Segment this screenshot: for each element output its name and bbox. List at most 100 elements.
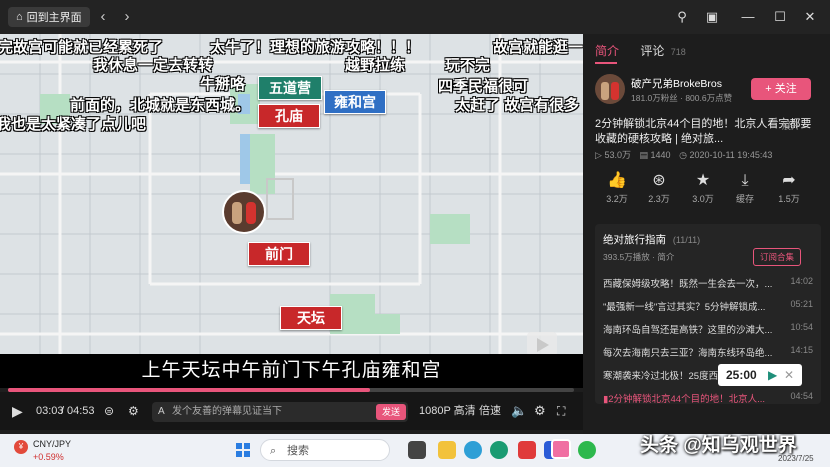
send-button[interactable]: 发送 (375, 404, 406, 420)
cache-button[interactable]: ⤓ 缓存 (725, 170, 765, 205)
stock-change: +0.59% (33, 452, 64, 462)
map-label-yonghegong: 雍和宫 (324, 90, 386, 114)
danmu-comment: 越野拉练 (345, 57, 406, 74)
uploader-stats: 181.0万粉丝 · 800.6万点赞 (631, 93, 733, 103)
list-item[interactable]: "最强新一线"言过其实？5分钟解锁成... (603, 299, 813, 313)
list-item-title: 2分钟解锁北京44个目的地！北京人... (608, 394, 766, 405)
star-icon: ★ (695, 172, 711, 189)
publish-date: 2020-10-11 19:45:43 (689, 150, 773, 160)
map-label-wudaoying: 五道营 (258, 76, 322, 100)
cache-label: 缓存 (735, 194, 754, 204)
play-icon[interactable]: ▶ (12, 392, 23, 430)
tab-intro[interactable]: 简介 (595, 44, 619, 58)
collection-title: 绝对旅行指南 (11/11) (603, 232, 700, 247)
like-button[interactable]: 👍 3.2万 (597, 170, 637, 205)
coin-button[interactable]: ⊛ 2.3万 (639, 170, 679, 205)
fullscreen-icon[interactable]: ⛶ (557, 392, 565, 430)
coin-count: 2.3万 (648, 194, 670, 204)
speed-selector[interactable]: 倍速 (479, 392, 501, 430)
list-item-time: 10:54 (790, 322, 813, 332)
edge-icon[interactable] (490, 441, 508, 459)
comment-count: 718 (670, 47, 686, 57)
tab-underline (595, 62, 617, 64)
timer-popup[interactable]: 25:00 ▶ ✕ (718, 364, 802, 386)
list-item[interactable]: 西藏保姆级攻略！既然一生会去一次，... (603, 276, 813, 290)
danmu-comment: 太赶了 故宫有很多 (455, 97, 580, 114)
list-item[interactable]: 每次去海南只去三亚？海南东线环岛绝... (603, 345, 813, 359)
title-bar: ⌂ 回到主界面 ‹ › ⚲ ▣ — ☐ ✕ (0, 0, 830, 34)
bilibili-icon[interactable] (551, 439, 571, 459)
maximize-icon[interactable]: ☐ (770, 7, 790, 27)
views-count: 53.0万 (604, 150, 631, 160)
time-separator: / (61, 405, 65, 417)
danmu-comment: 故宫就能逛一 (493, 39, 583, 56)
share-icon: ➦ (782, 172, 796, 189)
collection-stats: 393.5万播放 · 简介 (603, 252, 675, 262)
play-icon[interactable]: ▶ (768, 364, 777, 386)
share-button[interactable]: ➦ 1.5万 (769, 170, 809, 205)
coin-icon: ⊛ (652, 172, 666, 189)
video-subtitle: 上午天坛中午前门下午孔庙雍和宫 (0, 354, 583, 388)
share-count: 1.5万 (778, 194, 800, 204)
search-label: 搜索 (287, 445, 309, 457)
pin-icon[interactable]: ⚲ (672, 7, 692, 27)
total-time: 04:53 (67, 405, 95, 417)
close-icon[interactable]: ✕ (800, 7, 820, 27)
follow-button[interactable]: + 关注 (751, 78, 811, 100)
list-item-title: 寒潮袭来冷过北极！25度西双... (603, 371, 736, 382)
quality-selector[interactable]: 1080P 高清 (419, 392, 476, 430)
tab-comments[interactable]: 评论 (640, 44, 664, 58)
subscribe-collection-button[interactable]: 订阅合集 (753, 248, 802, 266)
danmu-comment: 玩不完 (445, 57, 491, 74)
back-arrow-icon[interactable]: ‹ (94, 8, 112, 26)
favorite-count: 3.0万 (692, 194, 714, 204)
favorite-button[interactable]: ★ 3.0万 (683, 170, 723, 205)
wechat-icon[interactable] (578, 441, 596, 459)
danmu-comment: 前面的，北城就是东西城。 (70, 97, 251, 114)
browser-icon[interactable] (464, 441, 482, 459)
close-icon[interactable]: ✕ (784, 364, 794, 386)
watermark: 头条 @知乌观世界 (640, 435, 797, 456)
stock-icon[interactable]: ¥ (14, 440, 28, 454)
wps-icon[interactable] (518, 441, 536, 459)
back-home-button[interactable]: ⌂ 回到主界面 (8, 7, 90, 27)
danmu-icon: ▤ (639, 150, 648, 160)
video-meta: ▷ 53.0万 ▤ 1440 ◷ 2020-10-11 19:45:43 (595, 148, 772, 161)
danmu-settings-icon[interactable]: ⚙ (128, 392, 139, 430)
danmu-placeholder: 发个友善的弹幕见证当下 (172, 406, 282, 417)
expand-button[interactable]: 展开 (782, 119, 800, 132)
list-item-time: 14:02 (790, 276, 813, 286)
danmu-toggle-icon[interactable]: ⊜ (104, 392, 114, 430)
uploader-name[interactable]: 破产兄弟BrokeBros (631, 76, 722, 91)
video-title-text: 2分钟解锁北京44个目的地！北京人看完都要收藏的硬核攻略 | 绝对旅... (595, 118, 812, 145)
list-item-title: 每次去海南只去三亚？海南东线环岛绝... (603, 348, 773, 359)
search-icon: ⌕ (270, 445, 277, 457)
avatar[interactable] (595, 74, 625, 104)
windows-start-icon[interactable] (236, 443, 250, 457)
file-explorer-icon[interactable] (438, 441, 456, 459)
video-player[interactable]: 完故宫可能就已经累死了 太牛了！理想的旅游攻略！！！ 故宫就能逛一 我休息一定去… (0, 34, 583, 354)
task-view-icon[interactable] (408, 441, 426, 459)
forward-arrow-icon[interactable]: › (118, 8, 136, 26)
list-item-current[interactable]: ▮2分钟解锁北京44个目的地！北京人... (603, 391, 813, 405)
home-label: 回到主界面 (26, 12, 82, 24)
current-time: 03:03 (36, 405, 64, 417)
settings-icon[interactable]: ⚙ (534, 392, 546, 430)
danmu-input[interactable]: A 发个友善的弹幕见证当下 发送 (152, 402, 408, 422)
danmu-comment: 牛掰咯 (200, 76, 246, 93)
thumb-up-icon: 👍 (607, 172, 627, 189)
volume-icon[interactable]: 🔈 (511, 392, 527, 430)
map-label-qianmen: 前门 (248, 242, 310, 266)
danmu-comment: 我也是太紧凑了点儿吧 (0, 116, 147, 133)
home-icon: ⌂ (16, 11, 23, 23)
text-icon: A (158, 406, 165, 417)
minimize-icon[interactable]: — (738, 7, 758, 27)
map-label-kongmiao: 孔庙 (258, 104, 320, 128)
download-icon: ⤓ (741, 172, 749, 189)
taskbar-search[interactable]: ⌕ 搜索 (260, 439, 390, 461)
list-item[interactable]: 海南环岛自驾还是高铁？这里的沙滩大... (603, 322, 813, 336)
clock-icon: ◷ (679, 150, 687, 160)
timer-value: 25:00 (726, 368, 757, 382)
list-item-title: 西藏保姆级攻略！既然一生会去一次，... (603, 279, 773, 290)
picture-in-picture-icon[interactable]: ▣ (702, 7, 722, 27)
